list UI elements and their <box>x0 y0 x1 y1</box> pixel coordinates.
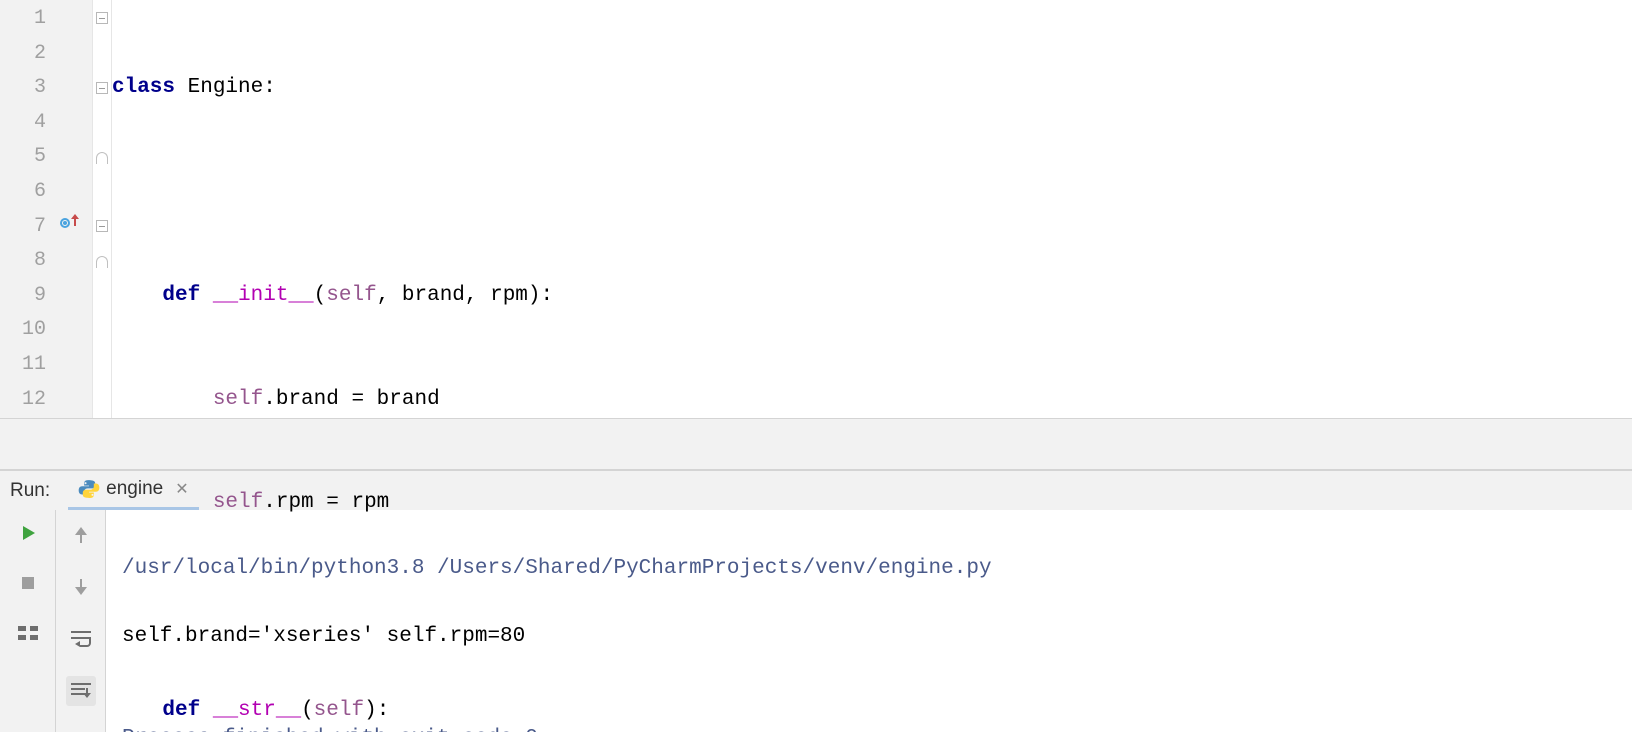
fold-toggle-icon[interactable] <box>96 220 108 232</box>
line-number[interactable]: 6 <box>0 175 56 210</box>
rerun-button[interactable] <box>13 518 43 548</box>
line-number[interactable]: 11 <box>0 348 56 383</box>
run-tool-body: /usr/local/bin/python3.8 /Users/Shared/P… <box>0 510 1632 732</box>
self-ref: self <box>213 388 263 411</box>
editor-area: 1 2 3 4 5 6 7 8 9 10 11 12 class Engine:… <box>0 0 1632 418</box>
line-number[interactable]: 2 <box>0 37 56 72</box>
fold-toggle-icon[interactable] <box>96 12 108 24</box>
line-number[interactable]: 5 <box>0 140 56 175</box>
run-tab-name: engine <box>106 478 163 500</box>
line-number[interactable]: 9 <box>0 279 56 314</box>
run-tab[interactable]: engine ✕ <box>68 471 198 510</box>
line-number[interactable]: 7 <box>0 210 56 245</box>
fold-end-icon <box>96 256 108 268</box>
close-tab-icon[interactable]: ✕ <box>169 479 188 499</box>
keyword-def: def <box>162 284 200 307</box>
scroll-down-icon[interactable] <box>66 572 96 602</box>
line-number[interactable]: 8 <box>0 244 56 279</box>
console-exit-line: Process finished with exit code 0 <box>122 722 1616 732</box>
line-number[interactable]: 1 <box>0 2 56 37</box>
run-toolbar-primary <box>0 510 56 732</box>
code-editor[interactable]: class Engine: def __init__(self, brand, … <box>112 0 1632 418</box>
scroll-to-end-icon[interactable] <box>66 676 96 706</box>
line-number[interactable]: 10 <box>0 313 56 348</box>
line-number-gutter: 1 2 3 4 5 6 7 8 9 10 11 12 <box>0 0 56 418</box>
line-number[interactable]: 4 <box>0 106 56 141</box>
gutter-markers <box>56 0 92 418</box>
python-file-icon <box>78 478 100 500</box>
class-name: Engine: <box>175 76 276 99</box>
fold-toggle-icon[interactable] <box>96 82 108 94</box>
line-number[interactable]: 3 <box>0 71 56 106</box>
dunder-init: __init__ <box>200 284 313 307</box>
line-number[interactable]: 12 <box>0 383 56 418</box>
console-output[interactable]: /usr/local/bin/python3.8 /Users/Shared/P… <box>106 510 1632 732</box>
fold-end-icon <box>96 152 108 164</box>
override-marker-icon[interactable] <box>60 214 88 234</box>
console-stdout: self.brand='xseries' self.rpm=80 <box>122 620 1616 654</box>
run-toolbar-secondary <box>56 510 106 732</box>
self-param: self <box>326 284 376 307</box>
keyword-class: class <box>112 76 175 99</box>
layout-button[interactable] <box>13 618 43 648</box>
stop-button[interactable] <box>13 568 43 598</box>
console-command-line: /usr/local/bin/python3.8 /Users/Shared/P… <box>122 552 1616 586</box>
scroll-up-icon[interactable] <box>66 520 96 550</box>
soft-wrap-icon[interactable] <box>66 624 96 654</box>
fold-column <box>92 0 112 418</box>
run-label: Run: <box>0 480 68 502</box>
